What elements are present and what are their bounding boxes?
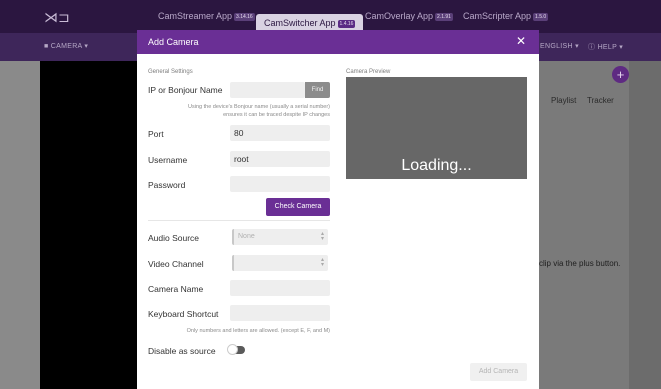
camera-menu[interactable]: ■ CAMERA ▾ xyxy=(44,42,88,50)
ip-label: IP or Bonjour Name xyxy=(148,85,223,95)
camstreamer-logo-icon[interactable]: ⋊⊐ xyxy=(44,10,70,24)
disable-source-toggle[interactable] xyxy=(227,344,245,355)
tab-camstreamer-app[interactable]: CamStreamer App 3.14.16 xyxy=(158,11,255,21)
camera-preview-heading: Camera Preview xyxy=(346,69,391,75)
tab-label: CamStreamer App xyxy=(158,11,233,21)
username-label: Username xyxy=(148,155,188,165)
camera-icon: ■ xyxy=(44,43,49,50)
toggle-knob xyxy=(227,344,238,355)
audio-source-label: Audio Source xyxy=(148,233,200,243)
chevron-down-icon: ▾ xyxy=(84,43,89,50)
help-menu-label: HELP xyxy=(597,44,617,51)
password-input[interactable] xyxy=(230,176,330,192)
bonjour-hint-line-1: Using the device's Bonjour name (usually… xyxy=(188,104,330,110)
top-app-bar: ⋊⊐ CamStreamer App 3.14.16 CamSwitcher Ap… xyxy=(0,0,661,33)
bonjour-hint-line-2: ensures it can be traced despite IP chan… xyxy=(223,112,330,118)
shortcut-hint: Only numbers and letters are allowed. (e… xyxy=(186,328,330,334)
general-settings-heading: General Settings xyxy=(148,69,193,75)
version-badge: 1.5.0 xyxy=(533,13,549,21)
video-channel-select[interactable]: ▴ ▾ xyxy=(232,255,328,271)
help-menu[interactable]: ⓘ HELP ▾ xyxy=(588,42,623,52)
version-badge: 3.14.16 xyxy=(234,13,255,21)
username-input[interactable]: root xyxy=(230,151,330,167)
language-menu-label: ENGLISH xyxy=(540,43,573,50)
loading-text: Loading... xyxy=(401,157,472,174)
add-camera-dialog: Add Camera ✕ General Settings IP or Bonj… xyxy=(137,30,539,389)
bonjour-hint: Using the device's Bonjour name (usually… xyxy=(148,103,330,119)
dialog-title: Add Camera xyxy=(148,37,199,47)
language-menu[interactable]: ENGLISH ▾ xyxy=(540,42,579,50)
add-camera-button[interactable]: Add Camera xyxy=(470,363,527,381)
section-divider xyxy=(148,220,330,221)
camera-name-label: Camera Name xyxy=(148,284,204,294)
keyboard-shortcut-input[interactable] xyxy=(230,305,330,321)
camera-preview: Loading... xyxy=(346,77,527,179)
dialog-header: Add Camera ✕ xyxy=(137,30,539,54)
playlist-panel xyxy=(539,61,629,389)
tab-label: CamOverlay App xyxy=(365,11,434,21)
audio-source-select[interactable]: None ▴ ▾ xyxy=(232,229,328,245)
camera-menu-label: CAMERA xyxy=(50,43,83,50)
video-channel-label: Video Channel xyxy=(148,259,204,269)
playlist-column-header[interactable]: Playlist xyxy=(551,96,576,105)
version-badge: 1.4.16 xyxy=(337,20,356,28)
tab-camscripter-app[interactable]: CamScripter App 1.5.0 xyxy=(463,11,549,21)
tab-camoverlay-app[interactable]: CamOverlay App 2.1.91 xyxy=(365,11,453,21)
empty-playlist-hint: clip via the plus button. xyxy=(539,259,621,268)
close-icon[interactable]: ✕ xyxy=(516,34,526,48)
check-camera-button[interactable]: Check Camera xyxy=(266,198,330,216)
tracker-column-header[interactable]: Tracker xyxy=(587,96,614,105)
port-label: Port xyxy=(148,129,164,139)
port-input[interactable]: 80 xyxy=(230,125,330,141)
camera-name-input[interactable] xyxy=(230,280,330,296)
disable-source-label: Disable as source xyxy=(148,346,216,356)
password-label: Password xyxy=(148,180,186,190)
tab-label: CamScripter App xyxy=(463,11,532,21)
ip-input[interactable] xyxy=(230,82,305,98)
select-arrows-icon: ▴ ▾ xyxy=(320,231,324,242)
keyboard-shortcut-label: Keyboard Shortcut xyxy=(148,309,219,319)
chevron-down-icon: ▾ xyxy=(619,44,624,51)
select-arrows-icon: ▴ ▾ xyxy=(320,257,324,268)
tab-label: CamSwitcher App xyxy=(264,18,336,28)
chevron-down-icon: ▾ xyxy=(575,43,579,50)
video-output-panel xyxy=(40,61,140,389)
audio-source-value: None xyxy=(238,233,255,240)
add-clip-button[interactable]: + xyxy=(612,66,629,83)
version-badge: 2.1.91 xyxy=(435,13,453,21)
help-icon: ⓘ xyxy=(588,44,596,51)
find-button[interactable]: Find xyxy=(305,82,330,98)
